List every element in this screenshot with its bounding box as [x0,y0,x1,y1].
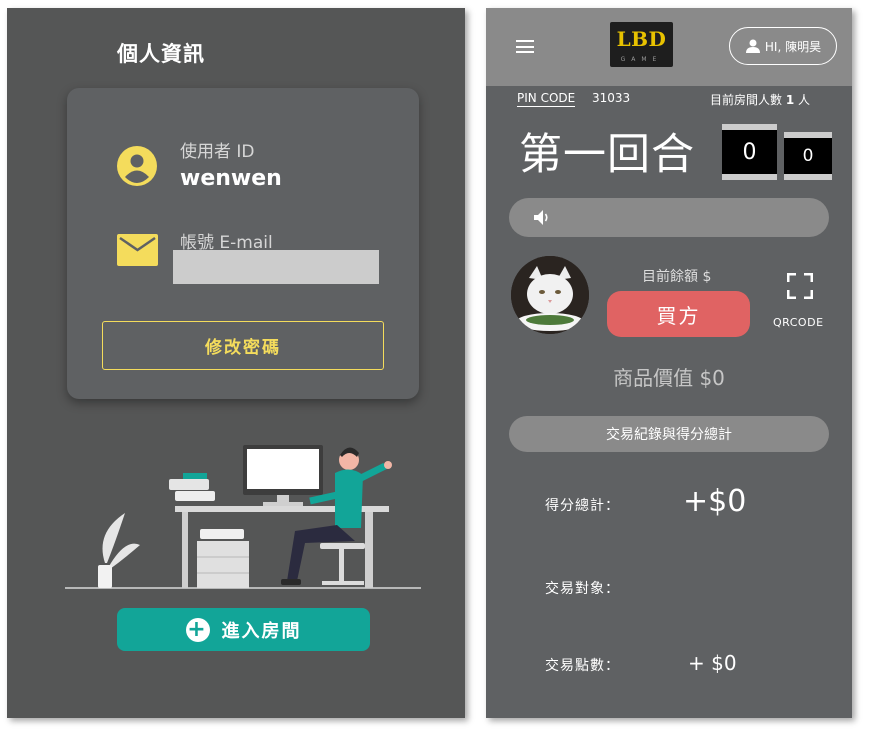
player-avatar [511,256,589,334]
user-circle-icon [117,146,157,186]
enter-room-button[interactable]: + 進入房間 [117,608,370,651]
page-title: 個人資訊 [117,42,205,66]
score-box-primary: 0 [722,124,777,180]
person-icon [745,39,760,53]
goods-value: 商品價值 $0 [613,366,725,390]
logo-text: LBD [616,27,667,51]
desk-illustration [65,445,421,589]
trade-points-value: + $0 [688,651,737,675]
total-score-value: +$0 [683,484,747,519]
pin-code-label: PIN CODE [517,91,576,107]
top-bar: LBD GAME HI, 陳明昊 [486,8,852,86]
room-count-prefix: 目前房間人數 [710,93,783,107]
menu-icon[interactable] [516,40,534,53]
user-id-value: wenwen [180,166,282,191]
greeting-text: HI, 陳明昊 [764,39,822,54]
qr-scan-icon[interactable] [787,273,813,299]
email-value-redacted [173,250,379,284]
enter-room-label: 進入房間 [221,620,302,642]
mail-icon [117,234,158,266]
round-title: 第一回合 [519,130,695,180]
buyer-role-button[interactable]: 買方 [607,291,750,337]
profile-screen: 個人資訊 使用者 ID wenwen 帳號 E-mail 修改密碼 + 進入房間 [7,8,465,718]
plus-circle-icon: + [185,616,210,642]
speaker-icon[interactable] [533,209,551,226]
total-score-label: 得分總計： [545,498,620,514]
room-count-suffix: 人 [798,93,811,107]
score-box-secondary: 0 [784,132,832,180]
cat-avatar-image [511,256,589,334]
change-password-button[interactable]: 修改密碼 [102,321,384,370]
room-count: 目前房間人數 1 人 [710,91,810,108]
qrcode-label[interactable]: QRCODE [773,316,824,329]
logo: LBD GAME [610,22,673,67]
trade-points-label: 交易點數： [545,658,620,674]
user-menu-button[interactable]: HI, 陳明昊 [729,27,837,65]
records-button[interactable]: 交易紀錄與得分總計 [509,416,829,452]
trade-partner-label: 交易對象： [545,581,620,597]
room-count-value: 1 [785,93,795,107]
game-screen: LBD GAME HI, 陳明昊 PIN CODE 31033 目前房間人數 1… [486,8,852,718]
user-id-label: 使用者 ID [180,142,255,162]
balance-label: 目前餘額 $ [642,269,712,285]
pin-code-value: 31033 [592,91,631,105]
audio-player[interactable] [509,198,829,237]
profile-card: 使用者 ID wenwen 帳號 E-mail 修改密碼 [67,88,419,399]
logo-subtext: GAME [620,56,663,63]
